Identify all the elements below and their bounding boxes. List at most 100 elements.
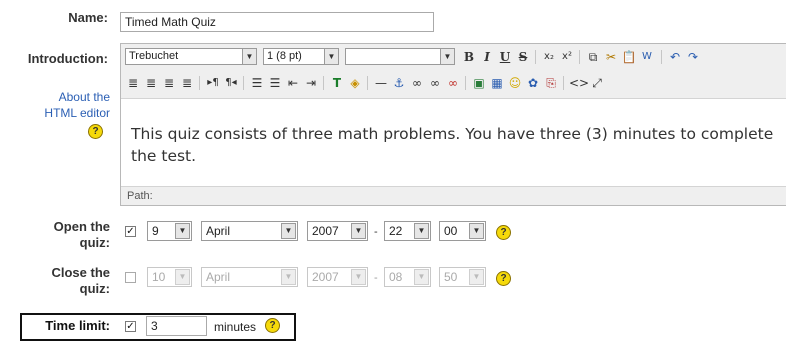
editor-toolbar-row2: ≣ ≣ ≣ ≣ ▸¶ ¶◂ ☰ ☰ ⇤ ⇥ T ◈ — ⚓ ∞ ∞ ∞ ▣ ▦ … [121,70,786,99]
toolbar-separator [579,50,580,64]
chevron-down-icon: ▼ [175,223,190,239]
strikethrough-icon[interactable]: S [515,49,531,65]
name-label: Name: [68,10,108,25]
close-hour-select[interactable]: 08 ▼ [384,267,431,287]
text-color-icon[interactable]: T [329,75,345,91]
search-replace-icon[interactable]: ⎘ [543,75,559,91]
toolbar-separator [243,76,244,90]
help-icon-close[interactable]: ? [496,271,511,286]
image-icon[interactable]: ▣ [471,75,487,91]
open-quiz-label-text: Open the quiz: [53,219,110,250]
close-month-value: April [206,270,231,284]
close-quiz-label: Close the quiz: [30,265,110,297]
editor-toolbar-row1: Trebuchet ▼ 1 (8 pt) ▼ ▼ B I U S x₂ x² ⧉ ✂… [121,44,786,71]
chevron-down-icon: ▼ [351,269,366,285]
chevron-down-icon: ▼ [351,223,366,239]
outdent-icon[interactable]: ⇤ [285,75,301,91]
toolbar-separator [465,76,466,90]
close-day-select[interactable]: 10 ▼ [147,267,192,287]
open-minute-value: 00 [444,224,458,238]
html-source-icon[interactable]: <> [569,75,589,91]
copy-icon[interactable]: ⧉ [585,49,601,65]
open-quiz-checkbox[interactable]: ✓ [125,226,136,237]
rtl-icon[interactable]: ¶◂ [223,75,239,91]
open-year-value: 2007 [312,224,339,238]
unordered-list-icon[interactable]: ☰ [267,75,283,91]
open-day-select[interactable]: 9 ▼ [147,221,192,241]
nolink-icon[interactable]: ∞ [445,75,461,91]
close-quiz-label-text: Close the quiz: [51,265,110,296]
superscript-icon[interactable]: x² [559,49,575,65]
html-editor: Trebuchet ▼ 1 (8 pt) ▼ ▼ B I U S x₂ x² ⧉ ✂… [120,43,786,206]
chevron-down-icon: ▼ [324,48,339,65]
help-icon-editor[interactable]: ? [88,124,103,139]
close-hour-value: 08 [389,270,403,284]
cut-icon[interactable]: ✂ [603,49,619,65]
align-center-icon[interactable]: ≣ [143,75,159,91]
time-limit-checkbox[interactable]: ✓ [125,321,136,332]
align-left-icon[interactable]: ≣ [125,75,141,91]
indent-icon[interactable]: ⇥ [303,75,319,91]
font-size-value: 1 (8 pt) [267,50,302,62]
close-minute-select[interactable]: 50 ▼ [439,267,486,287]
horizontal-rule-icon[interactable]: — [373,75,389,91]
minutes-label: minutes [214,320,257,334]
toolbar-separator [661,50,662,64]
table-icon[interactable]: ▦ [489,75,505,91]
chevron-down-icon: ▼ [414,223,429,239]
close-year-value: 2007 [312,270,339,284]
ordered-list-icon[interactable]: ☰ [249,75,265,91]
font-family-select[interactable]: Trebuchet ▼ [125,48,257,65]
chevron-down-icon: ▼ [440,48,455,65]
open-hour-value: 22 [389,224,403,238]
anchor-icon[interactable]: ⚓ [391,75,407,91]
font-size-select[interactable]: 1 (8 pt) ▼ [263,48,339,65]
subscript-icon[interactable]: x₂ [541,49,557,65]
open-year-select[interactable]: 2007 ▼ [307,221,368,241]
chevron-down-icon: ▼ [281,269,296,285]
bold-icon[interactable]: B [461,49,477,65]
name-input[interactable]: Timed Math Quiz [120,12,434,32]
undo-icon[interactable]: ↶ [667,49,683,65]
chevron-down-icon: ▼ [281,223,296,239]
open-month-select[interactable]: April ▼ [201,221,298,241]
paste-icon[interactable]: 📋 [621,49,637,65]
link-icon[interactable]: ∞ [409,75,425,91]
toolbar-separator [367,76,368,90]
format-select[interactable]: ▼ [345,48,455,65]
close-year-select[interactable]: 2007 ▼ [307,267,368,287]
chevron-down-icon: ▼ [469,223,484,239]
time-limit-input[interactable]: 3 [146,316,207,336]
time-limit-label: Time limit: [45,318,110,333]
about-html-editor-link[interactable]: About the HTML editor [30,89,110,121]
bg-color-icon[interactable]: ◈ [347,75,363,91]
help-icon-time-limit[interactable]: ? [265,318,280,333]
editor-content[interactable]: This quiz consists of three math problem… [121,99,786,187]
fullscreen-icon[interactable]: ⤢ [589,75,605,91]
open-minute-select[interactable]: 00 ▼ [439,221,486,241]
editor-path-bar: Path: [121,186,786,205]
introduction-label: Introduction: [27,51,108,66]
about-html-editor-text[interactable]: About the HTML editor [44,90,110,120]
chevron-down-icon: ▼ [175,269,190,285]
underline-icon[interactable]: U [497,49,513,65]
open-time-separator: - [374,226,378,238]
ltr-icon[interactable]: ▸¶ [205,75,221,91]
open-hour-select[interactable]: 22 ▼ [384,221,431,241]
toolbar-separator [199,76,200,90]
chevron-down-icon: ▼ [469,269,484,285]
close-day-value: 10 [152,270,166,284]
unlink-icon[interactable]: ∞ [427,75,443,91]
smiley-icon[interactable]: ☺ [507,75,523,91]
italic-icon[interactable]: I [479,49,495,65]
justify-icon[interactable]: ≣ [179,75,195,91]
open-day-value: 9 [152,224,159,238]
toolbar-separator [323,76,324,90]
special-char-icon[interactable]: ✿ [525,75,541,91]
close-quiz-checkbox[interactable] [125,272,136,283]
align-right-icon[interactable]: ≣ [161,75,177,91]
redo-icon[interactable]: ↷ [685,49,701,65]
paste-word-icon[interactable]: W [639,49,655,65]
help-icon-open[interactable]: ? [496,225,511,240]
close-month-select[interactable]: April ▼ [201,267,298,287]
